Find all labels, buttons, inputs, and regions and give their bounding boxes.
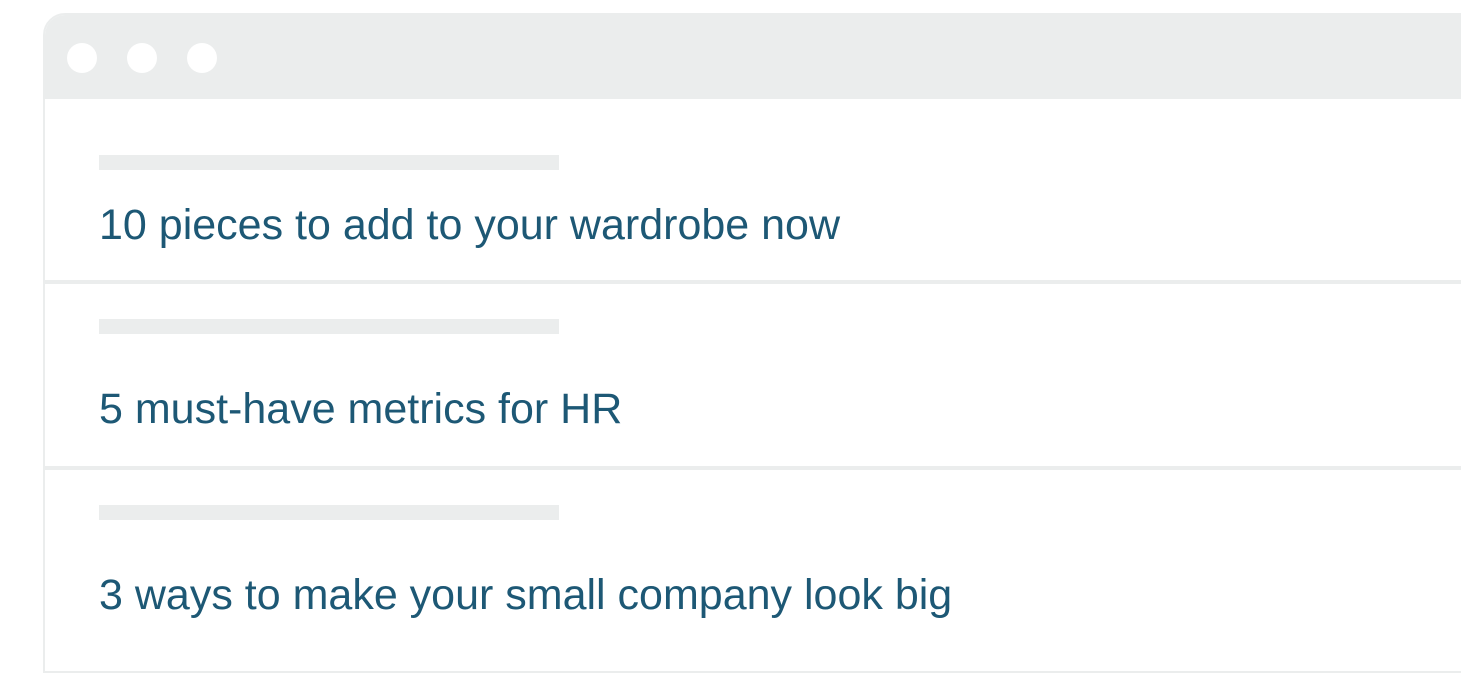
text-placeholder-bar (99, 155, 559, 170)
window-dot-icon (67, 43, 97, 73)
article-list: 10 pieces to add to your wardrobe now 5 … (45, 99, 1461, 670)
article-headline[interactable]: 10 pieces to add to your wardrobe now (99, 200, 840, 250)
list-item[interactable]: 3 ways to make your small company look b… (45, 470, 1461, 670)
window-dot-icon (187, 43, 217, 73)
text-placeholder-bar (99, 319, 559, 334)
browser-window: 10 pieces to add to your wardrobe now 5 … (43, 13, 1461, 673)
list-item[interactable]: 5 must-have metrics for HR (45, 284, 1461, 470)
list-item[interactable]: 10 pieces to add to your wardrobe now (45, 99, 1461, 284)
window-dot-icon (127, 43, 157, 73)
text-placeholder-bar (99, 505, 559, 520)
title-bar (45, 15, 1461, 99)
article-headline[interactable]: 3 ways to make your small company look b… (99, 570, 952, 620)
article-headline[interactable]: 5 must-have metrics for HR (99, 384, 622, 434)
